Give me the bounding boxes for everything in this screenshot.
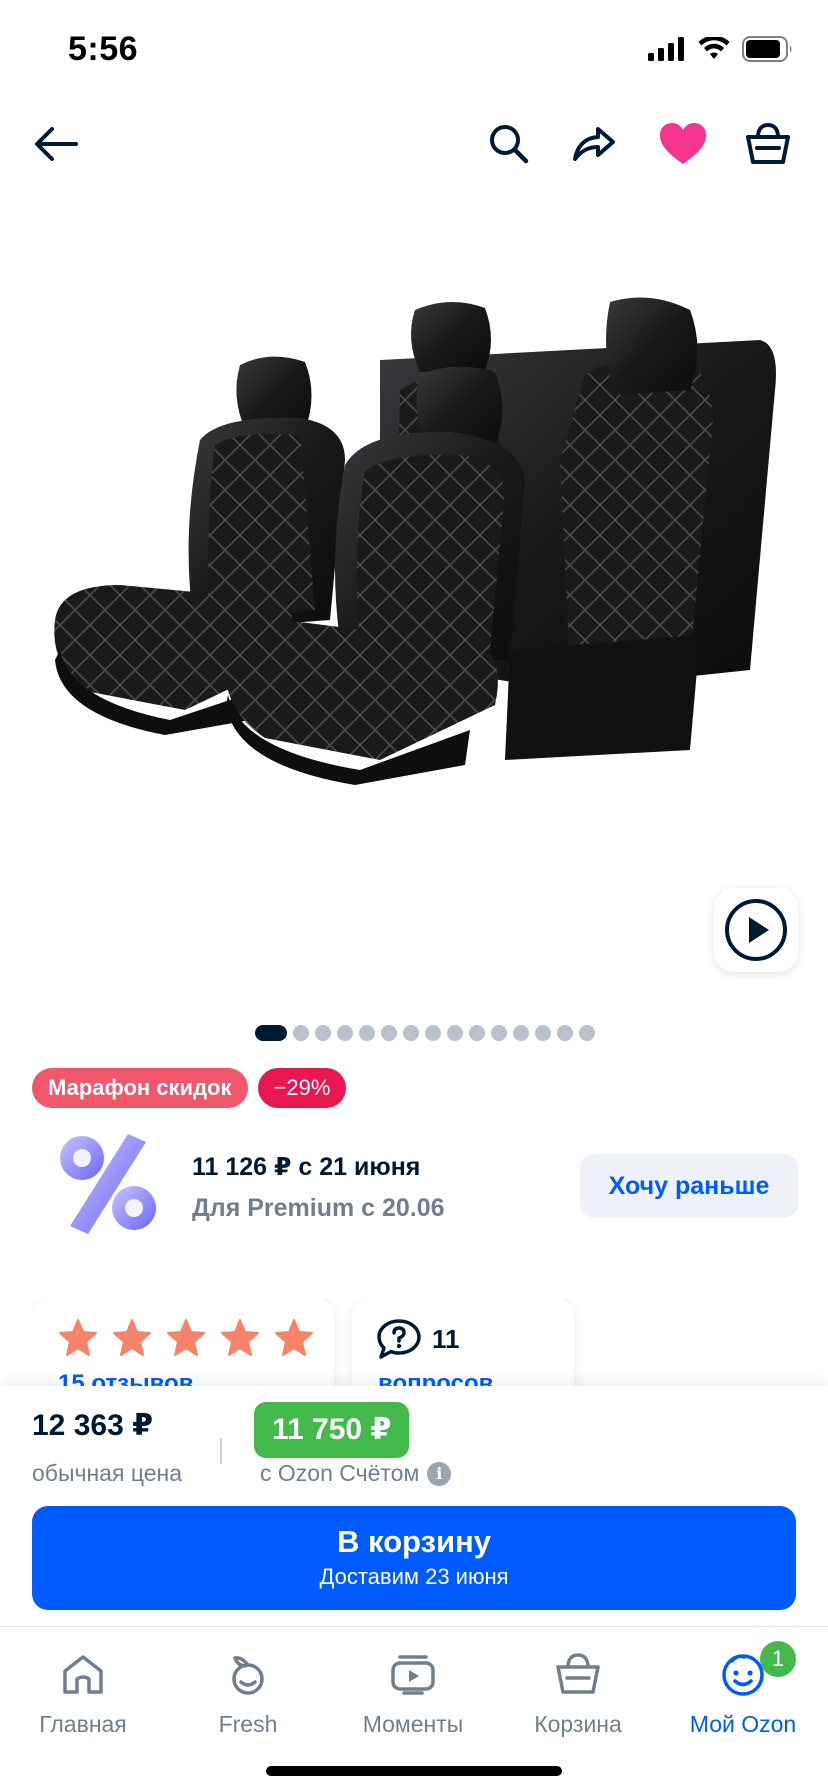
future-price-text: 11 126 ₽ с 21 июня <box>192 1153 421 1181</box>
price-drop-promo: 11 126 ₽ с 21 июня Для Premium с 20.06 Х… <box>32 1118 802 1238</box>
moments-icon <box>391 1655 435 1695</box>
discount-badge: −29% <box>257 1068 347 1108</box>
top-navigation <box>0 100 828 190</box>
home-icon <box>63 1655 103 1694</box>
cart-icon <box>746 123 790 164</box>
gallery-dot[interactable] <box>447 1025 463 1041</box>
car-seat-covers-image <box>54 297 776 785</box>
tab-cart-label: Корзина <box>534 1711 622 1737</box>
tab-moments-label: Моменты <box>362 1711 464 1737</box>
signal-icon <box>648 37 684 61</box>
tab-my-ozon-label: Мой Ozon <box>689 1711 797 1737</box>
tab-home-label: Главная <box>39 1711 127 1737</box>
ozon-card-price-label: с Ozon Счётом i <box>260 1460 452 1487</box>
share-icon <box>573 127 615 161</box>
tab-home[interactable]: Главная <box>8 1639 158 1738</box>
status-icons <box>648 36 794 62</box>
regular-price: 12 363 ₽ <box>32 1409 153 1442</box>
search-icon <box>490 125 529 164</box>
rating-card[interactable]: 15 отзывов <box>32 1298 334 1386</box>
gallery-dot[interactable] <box>359 1025 375 1041</box>
play-icon <box>725 899 787 961</box>
gallery-pagination <box>255 1025 595 1041</box>
price-divider <box>220 1438 222 1464</box>
reviews-questions-cards: 15 отзывов 11 вопросов <box>32 1298 592 1386</box>
battery-icon <box>742 36 792 62</box>
info-icon[interactable]: i <box>427 1461 452 1486</box>
star-icon <box>167 1319 205 1356</box>
add-to-cart-title: В корзину <box>336 1524 491 1559</box>
gallery-dot[interactable] <box>403 1025 419 1041</box>
video-play-button[interactable] <box>714 888 798 972</box>
gallery-dot[interactable] <box>491 1025 507 1041</box>
wifi-icon <box>698 37 730 59</box>
star-icon <box>113 1319 151 1356</box>
questions-card[interactable]: 11 вопросов <box>352 1298 574 1386</box>
gallery-dot[interactable] <box>381 1025 397 1041</box>
favorite-button[interactable] <box>655 116 711 172</box>
back-button[interactable] <box>28 116 84 172</box>
basket-icon <box>556 1653 600 1694</box>
gallery-dot[interactable] <box>557 1025 573 1041</box>
delivery-date-text: Доставим 23 июня <box>319 1564 509 1589</box>
back-arrow-icon <box>35 127 78 161</box>
tab-moments[interactable]: Моменты <box>338 1639 488 1738</box>
tab-cart[interactable]: Корзина <box>503 1639 653 1738</box>
buy-panel: 12 363 ₽ обычная цена 11 750 ₽ с Ozon Сч… <box>0 1386 828 1626</box>
star-icon <box>59 1319 97 1356</box>
gallery-dot[interactable] <box>425 1025 441 1041</box>
heart-icon <box>660 123 706 164</box>
star-icon <box>275 1319 313 1356</box>
percent-icon <box>60 1134 156 1234</box>
product-image[interactable] <box>0 190 828 990</box>
promo-badges: Марафон скидок −29% <box>32 1068 347 1108</box>
share-button[interactable] <box>566 116 622 172</box>
status-bar: 5:56 <box>0 0 828 100</box>
gallery-dot[interactable] <box>513 1025 529 1041</box>
sale-marathon-badge[interactable]: Марафон скидок <box>32 1068 248 1108</box>
ozon-card-label-text: с Ozon Счётом <box>260 1460 420 1486</box>
gallery-dot[interactable] <box>469 1025 485 1041</box>
question-bubble-icon <box>377 1319 421 1359</box>
tab-fresh-label: Fresh <box>218 1711 278 1737</box>
gallery-dot[interactable] <box>293 1025 309 1041</box>
want-earlier-button[interactable]: Хочу раньше <box>580 1154 798 1218</box>
add-to-cart-button[interactable]: В корзину Доставим 23 июня <box>32 1506 796 1610</box>
regular-price-label: обычная цена <box>32 1460 183 1486</box>
gallery-dot[interactable] <box>315 1025 331 1041</box>
gallery-dot-active[interactable] <box>255 1025 287 1041</box>
fresh-icon <box>232 1656 264 1695</box>
status-time: 5:56 <box>68 30 139 68</box>
questions-link[interactable]: вопросов <box>378 1370 493 1386</box>
tab-fresh[interactable]: Fresh <box>173 1639 323 1738</box>
questions-count: 11 <box>432 1324 460 1354</box>
gallery-dot[interactable] <box>535 1025 551 1041</box>
reviews-link[interactable]: 15 отзывов <box>58 1370 193 1386</box>
gallery-dot[interactable] <box>337 1025 353 1041</box>
premium-price-text: Для Premium с 20.06 <box>192 1194 445 1222</box>
ozon-card-price: 11 750 ₽ <box>254 1402 410 1458</box>
star-icon <box>221 1319 259 1356</box>
search-button[interactable] <box>481 116 537 172</box>
gallery-dot[interactable] <box>579 1025 595 1041</box>
home-indicator <box>266 1766 562 1776</box>
rating-stars <box>58 1318 314 1358</box>
my-ozon-notification-badge: 1 <box>760 1641 796 1677</box>
tab-my-ozon[interactable]: 1 Мой Ozon <box>668 1639 818 1738</box>
cart-header-button[interactable] <box>740 116 796 172</box>
